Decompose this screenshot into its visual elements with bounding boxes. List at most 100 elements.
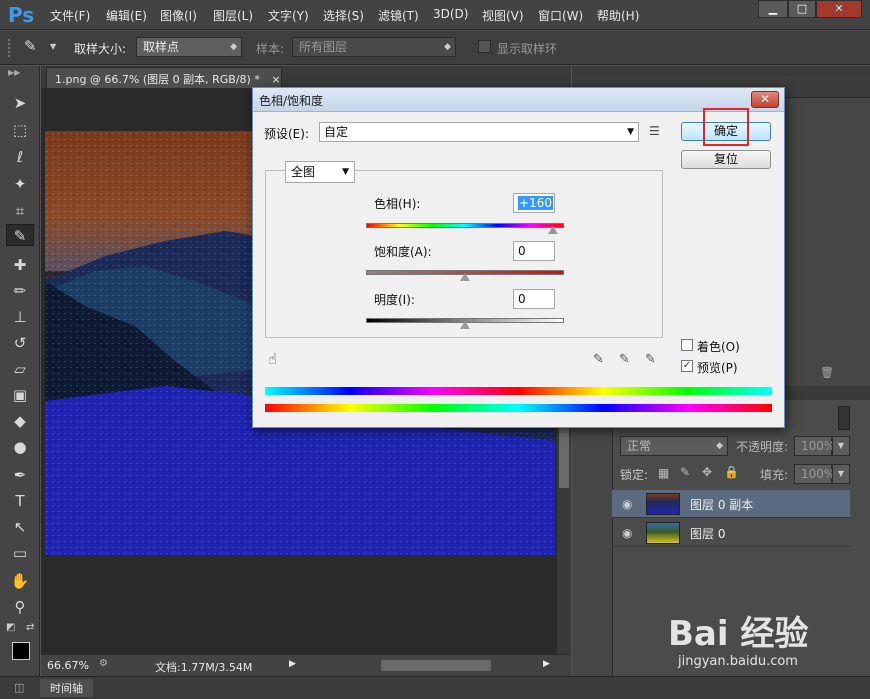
menu-3d[interactable]: 3D(D): [433, 7, 468, 21]
colorize-label: 着色(O): [697, 340, 740, 354]
healing-brush-tool-icon[interactable]: ✚: [6, 254, 34, 276]
hue-slider-thumb[interactable]: [547, 226, 558, 234]
minimize-button[interactable]: ▁: [758, 0, 788, 18]
eye-icon[interactable]: ◉: [622, 526, 632, 540]
collapse-icon[interactable]: ▶▶: [8, 68, 20, 77]
show-ring-checkbox[interactable]: [478, 40, 491, 53]
menu-help[interactable]: 帮助(H): [597, 7, 639, 24]
magic-wand-tool-icon[interactable]: ✦: [6, 173, 34, 195]
sample-size-select[interactable]: 取样点 ◆: [136, 37, 242, 57]
preview-checkbox[interactable]: ✓: [681, 360, 693, 372]
history-brush-tool-icon[interactable]: ↺: [6, 332, 34, 354]
photoshop-logo: Ps: [8, 3, 35, 27]
reset-button[interactable]: 复位: [681, 150, 771, 169]
eraser-tool-icon[interactable]: ▱: [6, 358, 34, 380]
select-arrow-icon: ◆: [444, 42, 451, 52]
lightness-field[interactable]: 0: [513, 289, 555, 309]
fill-label: 填充:: [760, 468, 789, 482]
layer-name[interactable]: 图层 0: [690, 525, 725, 542]
crop-tool-icon[interactable]: ⌗: [6, 200, 34, 222]
options-grip[interactable]: [8, 39, 14, 57]
preset-select[interactable]: 自定 ▼: [319, 122, 639, 142]
hue-field[interactable]: +160: [513, 193, 555, 213]
lock-all-icon[interactable]: 🔒: [724, 465, 739, 479]
saturation-field[interactable]: 0: [513, 241, 555, 261]
hue-label: 色相(H):: [374, 197, 421, 211]
menu-filter[interactable]: 滤镜(T): [378, 7, 419, 24]
eye-icon[interactable]: ◉: [622, 497, 632, 511]
select-arrow-icon: ◆: [716, 441, 723, 451]
lock-paint-icon[interactable]: ✎: [680, 465, 690, 479]
vertical-scroll-thumb[interactable]: [559, 428, 569, 488]
menu-file[interactable]: 文件(F): [50, 7, 90, 24]
brush-tool-icon[interactable]: ✏: [6, 280, 34, 302]
lightness-slider-thumb[interactable]: [460, 321, 470, 329]
preset-options-icon[interactable]: ☰: [649, 124, 660, 138]
sample-select[interactable]: 所有图层 ◆: [292, 37, 456, 57]
hue-slider-track[interactable]: [366, 223, 564, 228]
channel-select[interactable]: 全图 ▼: [285, 161, 355, 183]
watermark-url: jingyan.baidu.com: [678, 654, 798, 669]
hand-tool-icon[interactable]: ✋: [6, 570, 34, 592]
preset-label: 预设(E):: [264, 127, 309, 141]
maximize-button[interactable]: □: [788, 0, 816, 18]
menu-view[interactable]: 视图(V): [482, 7, 524, 24]
timeline-tab[interactable]: 时间轴: [40, 679, 93, 697]
path-selection-tool-icon[interactable]: ↖: [6, 516, 34, 538]
saturation-slider-thumb[interactable]: [460, 273, 470, 281]
gradient-tool-icon[interactable]: ▣: [6, 384, 34, 406]
move-tool-icon[interactable]: ➤: [6, 92, 34, 114]
chevron-down-icon[interactable]: ▼: [50, 42, 56, 51]
status-icon[interactable]: ⚙: [99, 658, 108, 669]
menu-select[interactable]: 选择(S): [323, 7, 364, 24]
layer-row-base[interactable]: ◉ 图层 0: [612, 519, 850, 547]
timeline-icon: ◫: [14, 681, 25, 694]
status-menu-arrow-icon[interactable]: ▶: [289, 659, 296, 669]
menu-type[interactable]: 文字(Y): [268, 7, 309, 24]
shape-tool-icon[interactable]: ▭: [6, 542, 34, 564]
chevron-down-icon: ▼: [342, 167, 349, 177]
menu-layer[interactable]: 图层(L): [213, 7, 253, 24]
zoom-tool-icon[interactable]: ⚲: [6, 596, 34, 618]
horizontal-scroll-thumb[interactable]: [381, 660, 491, 671]
close-tab-icon[interactable]: ×: [271, 73, 280, 86]
stamp-tool-icon[interactable]: ⊥: [6, 306, 34, 328]
menu-window[interactable]: 窗口(W): [538, 7, 583, 24]
blend-mode-select[interactable]: 正常 ◆: [620, 436, 728, 456]
zoom-level[interactable]: 66.67%: [47, 659, 89, 672]
preview-label: 预览(P): [697, 361, 738, 375]
scroll-right-icon[interactable]: ▶: [543, 659, 550, 669]
menu-image[interactable]: 图像(I): [160, 7, 197, 24]
colorize-checkbox[interactable]: [681, 339, 693, 351]
marquee-tool-icon[interactable]: ⬚: [6, 119, 34, 141]
swap-colors-icon[interactable]: ⇄: [26, 622, 34, 633]
document-tab[interactable]: 1.png @ 66.7% (图层 0 副本, RGB/8) * ×: [46, 67, 282, 88]
eyedropper-minus-icon[interactable]: ✎: [645, 352, 656, 367]
opacity-field[interactable]: 100%: [794, 436, 835, 456]
default-colors-icon[interactable]: ◩: [6, 622, 15, 633]
eyedropper-icon[interactable]: ✎: [593, 352, 604, 367]
type-tool-icon[interactable]: T: [6, 490, 34, 512]
menu-edit[interactable]: 编辑(E): [106, 7, 147, 24]
pen-tool-icon[interactable]: ✒: [6, 464, 34, 486]
fill-dropdown-icon[interactable]: ▼: [832, 464, 850, 484]
lasso-tool-icon[interactable]: ℓ: [6, 146, 34, 168]
targeted-adjustment-hand-icon[interactable]: ☝: [268, 350, 277, 368]
trash-icon[interactable]: 🗑: [820, 366, 834, 379]
eyedropper-tool-icon[interactable]: ✎: [6, 224, 34, 246]
eyedropper-plus-icon[interactable]: ✎: [619, 352, 630, 367]
opacity-label: 不透明度:: [736, 440, 789, 454]
blur-tool-icon[interactable]: ◆: [6, 410, 34, 432]
fill-field[interactable]: 100%: [794, 464, 835, 484]
filter-toggle[interactable]: [838, 406, 850, 430]
layer-name[interactable]: 图层 0 副本: [690, 496, 753, 513]
layer-row-copy[interactable]: ◉ 图层 0 副本: [612, 490, 850, 518]
lock-position-icon[interactable]: ✥: [702, 465, 712, 479]
opacity-dropdown-icon[interactable]: ▼: [832, 436, 850, 456]
dialog-close-button[interactable]: ✕: [751, 91, 779, 108]
dodge-tool-icon[interactable]: ●: [6, 436, 34, 458]
eyedropper-icon[interactable]: ✎: [24, 37, 37, 55]
lock-transparent-icon[interactable]: ▦: [658, 466, 669, 480]
close-window-button[interactable]: ✕: [816, 0, 862, 18]
foreground-color-swatch[interactable]: [12, 642, 30, 660]
